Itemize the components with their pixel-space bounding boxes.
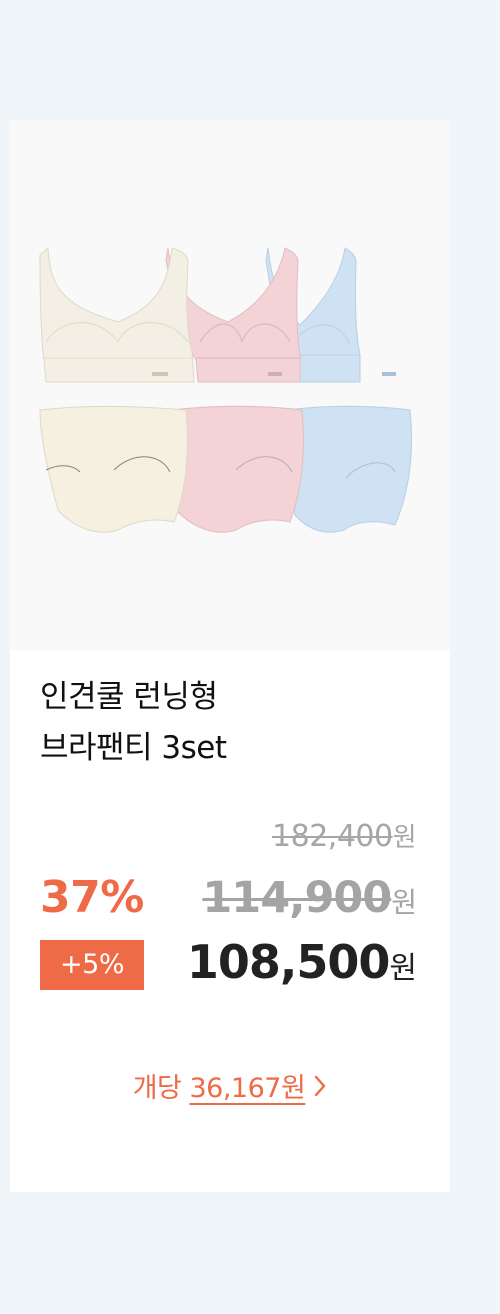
panty-pink xyxy=(170,405,304,533)
per-unit-price-link[interactable]: 개당 36,167원 xyxy=(10,1066,450,1105)
product-card[interactable]: 인견쿨 런닝형 브라팬티 3set 182,400원 37% 114,900원 … xyxy=(10,120,450,1192)
product-image[interactable] xyxy=(10,120,450,650)
discount-rate: 37% xyxy=(40,872,144,923)
panty-cream xyxy=(39,405,188,533)
product-title-line1[interactable]: 인견쿨 런닝형 xyxy=(40,672,430,723)
chevron-right-icon[interactable] xyxy=(313,1074,327,1105)
bra-cream xyxy=(39,246,195,383)
sale-price-unit: 원 xyxy=(391,886,417,919)
original-price: 182,400원 xyxy=(272,817,416,854)
extra-discount-badge: +5% xyxy=(40,940,144,990)
original-price-value: 182,400 xyxy=(272,819,393,854)
product-title[interactable]: 인견쿨 런닝형 브라팬티 3set xyxy=(40,672,430,774)
per-unit-amount[interactable]: 36,167원 xyxy=(189,1073,305,1104)
original-price-unit: 원 xyxy=(392,823,417,853)
product-illustration xyxy=(39,246,412,533)
sale-price-value: 114,900 xyxy=(202,873,392,923)
per-unit-prefix: 개당 xyxy=(132,1073,182,1104)
final-price-value: 108,500 xyxy=(186,935,391,989)
product-title-line2[interactable]: 브라팬티 3set xyxy=(40,723,430,774)
sale-price: 114,900원 xyxy=(202,873,417,923)
final-price-unit: 원 xyxy=(389,951,417,986)
final-price: 108,500원 xyxy=(186,935,417,989)
panty-blue xyxy=(287,405,412,533)
